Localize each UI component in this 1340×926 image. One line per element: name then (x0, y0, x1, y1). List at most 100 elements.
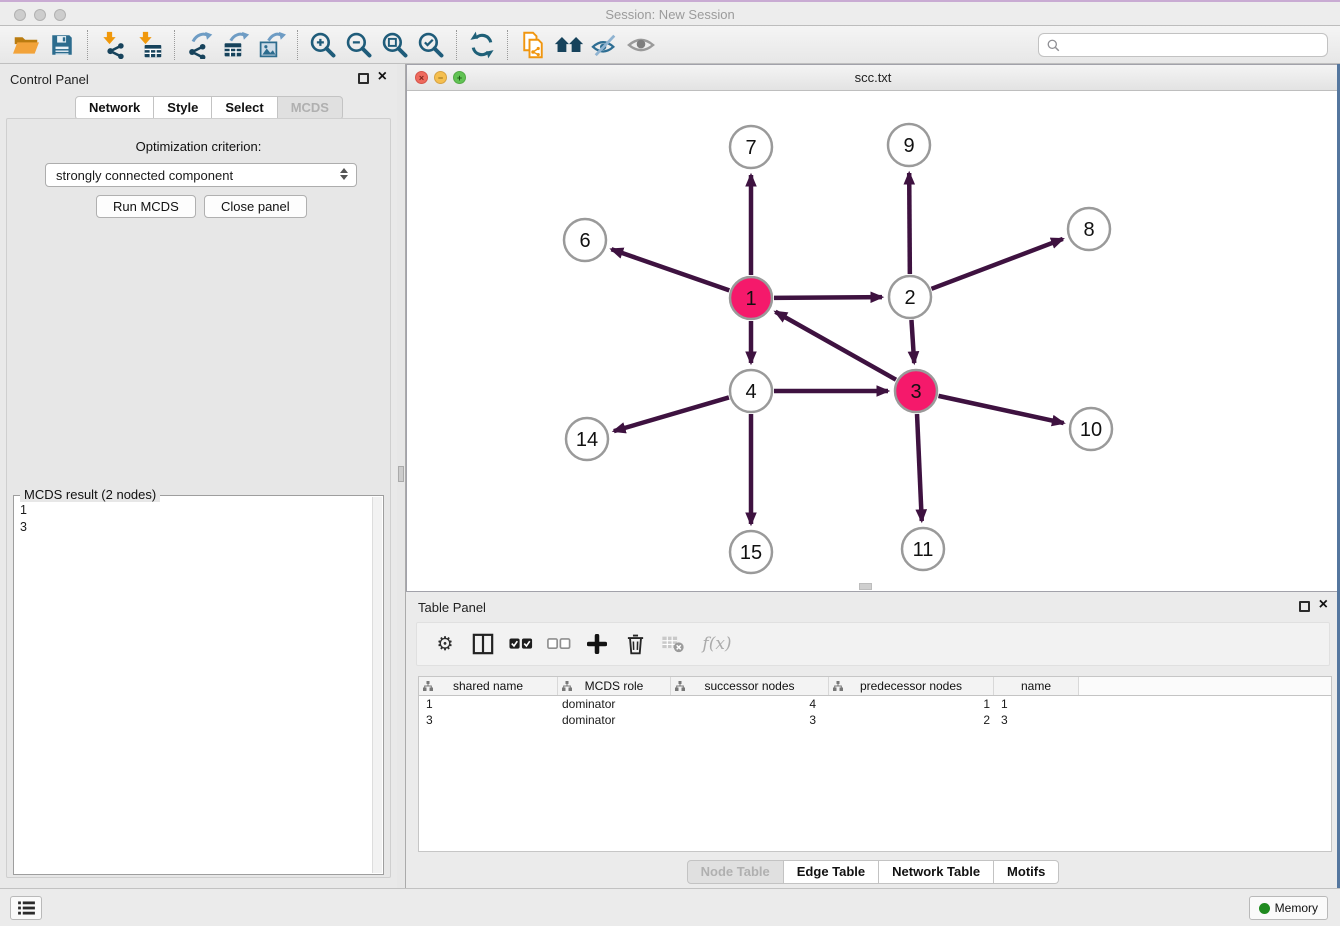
table-settings-button[interactable]: ⚙ (431, 630, 459, 658)
float-panel-icon[interactable] (358, 73, 369, 84)
column-header-name[interactable]: name (994, 677, 1079, 695)
column-header-predecessor-nodes[interactable]: predecessor nodes (829, 677, 994, 695)
edge-4-14[interactable] (614, 397, 729, 431)
export-image-icon (258, 31, 286, 59)
cell-predecessor-nodes[interactable]: 2 (829, 712, 994, 728)
tab-node-table[interactable]: Node Table (687, 860, 784, 884)
zoom-in-button[interactable] (305, 29, 341, 61)
deselect-all-columns-button[interactable] (545, 630, 573, 658)
search-box[interactable] (1038, 33, 1328, 57)
select-stepper-icon (340, 168, 348, 180)
search-icon (1047, 39, 1060, 52)
toolbar-divider (174, 30, 175, 60)
attribute-icon (675, 681, 685, 691)
cell-name[interactable]: 3 (994, 712, 1079, 728)
cell-predecessor-nodes[interactable]: 1 (829, 696, 994, 712)
network-window: × − + scc.txt 7968124314101511 (406, 64, 1340, 592)
import-network-button[interactable] (95, 29, 131, 61)
edge-2-3[interactable] (911, 320, 914, 363)
tab-network[interactable]: Network (75, 96, 154, 120)
run-mcds-button[interactable]: Run MCDS (96, 195, 196, 218)
gear-icon: ⚙ (436, 633, 453, 655)
tab-select[interactable]: Select (212, 96, 277, 120)
mcds-result-title: MCDS result (2 nodes) (20, 487, 160, 502)
mcds-result-scrollbar[interactable] (372, 497, 382, 873)
open-session-button[interactable] (8, 29, 44, 61)
search-input[interactable] (1064, 35, 1327, 55)
export-network-button[interactable] (182, 29, 218, 61)
memory-button[interactable]: Memory (1249, 896, 1328, 920)
network-window-titlebar[interactable]: × − + scc.txt (407, 65, 1339, 91)
canvas-splitter-handle[interactable] (859, 583, 872, 590)
add-column-button[interactable] (583, 630, 611, 658)
close-table-panel-icon[interactable]: × (1319, 596, 1328, 614)
export-table-button[interactable] (218, 29, 254, 61)
cell-successor-nodes[interactable]: 3 (671, 712, 829, 728)
cell-mcds-role[interactable]: dominator (558, 712, 671, 728)
cell-mcds-role[interactable]: dominator (558, 696, 671, 712)
zoom-out-button[interactable] (341, 29, 377, 61)
cell-name[interactable]: 1 (994, 696, 1079, 712)
edge-1-6[interactable] (611, 249, 729, 290)
eye-icon (626, 32, 656, 58)
mcds-panel: Optimization criterion: strongly connect… (6, 118, 391, 878)
node-8-label: 8 (1083, 219, 1094, 241)
export-table-icon (222, 31, 250, 59)
table-panel: Table Panel × ⚙ (406, 592, 1340, 888)
column-header-filler (1079, 677, 1331, 695)
hide-selected-button[interactable] (587, 29, 623, 61)
zoom-selected-button[interactable] (413, 29, 449, 61)
column-browser-button[interactable] (469, 630, 497, 658)
float-table-panel-icon[interactable] (1299, 601, 1310, 612)
edge-2-9[interactable] (909, 173, 910, 274)
edge-2-8[interactable] (932, 239, 1063, 289)
tab-network-table[interactable]: Network Table (879, 860, 994, 884)
splitter-handle[interactable] (398, 466, 404, 482)
node-1-label: 1 (745, 288, 756, 310)
list-icon (18, 901, 35, 915)
close-panel-button[interactable]: Close panel (204, 195, 307, 218)
export-image-button[interactable] (254, 29, 290, 61)
cell-successor-nodes[interactable]: 4 (671, 696, 829, 712)
edge-3-10[interactable] (938, 396, 1063, 423)
column-header-mcds-role[interactable]: MCDS role (558, 677, 671, 695)
edge-3-1[interactable] (775, 312, 896, 380)
column-header-successor-nodes[interactable]: successor nodes (671, 677, 829, 695)
function-builder-button[interactable]: f(x) (697, 630, 737, 658)
delete-column-button[interactable] (621, 630, 649, 658)
vertical-splitter[interactable] (397, 64, 406, 888)
criterion-select[interactable]: strongly connected component (45, 163, 357, 187)
tab-motifs[interactable]: Motifs (994, 860, 1059, 884)
network-canvas[interactable]: 7968124314101511 (407, 91, 1339, 591)
edge-3-11[interactable] (917, 414, 922, 521)
cell-shared-name[interactable]: 1 (419, 696, 558, 712)
folder-open-icon (11, 32, 41, 58)
delete-table-button[interactable] (659, 630, 687, 658)
criterion-value: strongly connected component (56, 168, 233, 183)
node-7-label: 7 (745, 137, 756, 159)
select-all-columns-button[interactable] (507, 630, 535, 658)
show-all-button[interactable] (623, 29, 659, 61)
export-network-icon (186, 31, 214, 59)
tab-edge-table[interactable]: Edge Table (784, 860, 879, 884)
app-title: Session: New Session (0, 7, 1340, 22)
mcds-result-text: 1 3 (20, 502, 367, 870)
first-neighbors-button[interactable] (551, 29, 587, 61)
cell-shared-name[interactable]: 3 (419, 712, 558, 728)
duplicate-network-button[interactable] (515, 29, 551, 61)
close-panel-icon[interactable]: × (378, 68, 387, 86)
refresh-icon (468, 31, 496, 59)
refresh-layout-button[interactable] (464, 29, 500, 61)
save-session-button[interactable] (44, 29, 80, 61)
zoom-fit-button[interactable] (377, 29, 413, 61)
task-history-button[interactable] (10, 896, 42, 920)
optimization-criterion-label: Optimization criterion: (7, 139, 390, 154)
tab-style[interactable]: Style (154, 96, 212, 120)
column-header-shared-name[interactable]: shared name (419, 677, 558, 695)
edge-1-2[interactable] (774, 297, 882, 298)
import-table-button[interactable] (131, 29, 167, 61)
tab-mcds[interactable]: MCDS (278, 96, 343, 120)
table-row: 3 dominator 3 2 3 (419, 712, 1331, 728)
node-14-label: 14 (576, 429, 598, 451)
toolbar-divider (507, 30, 508, 60)
